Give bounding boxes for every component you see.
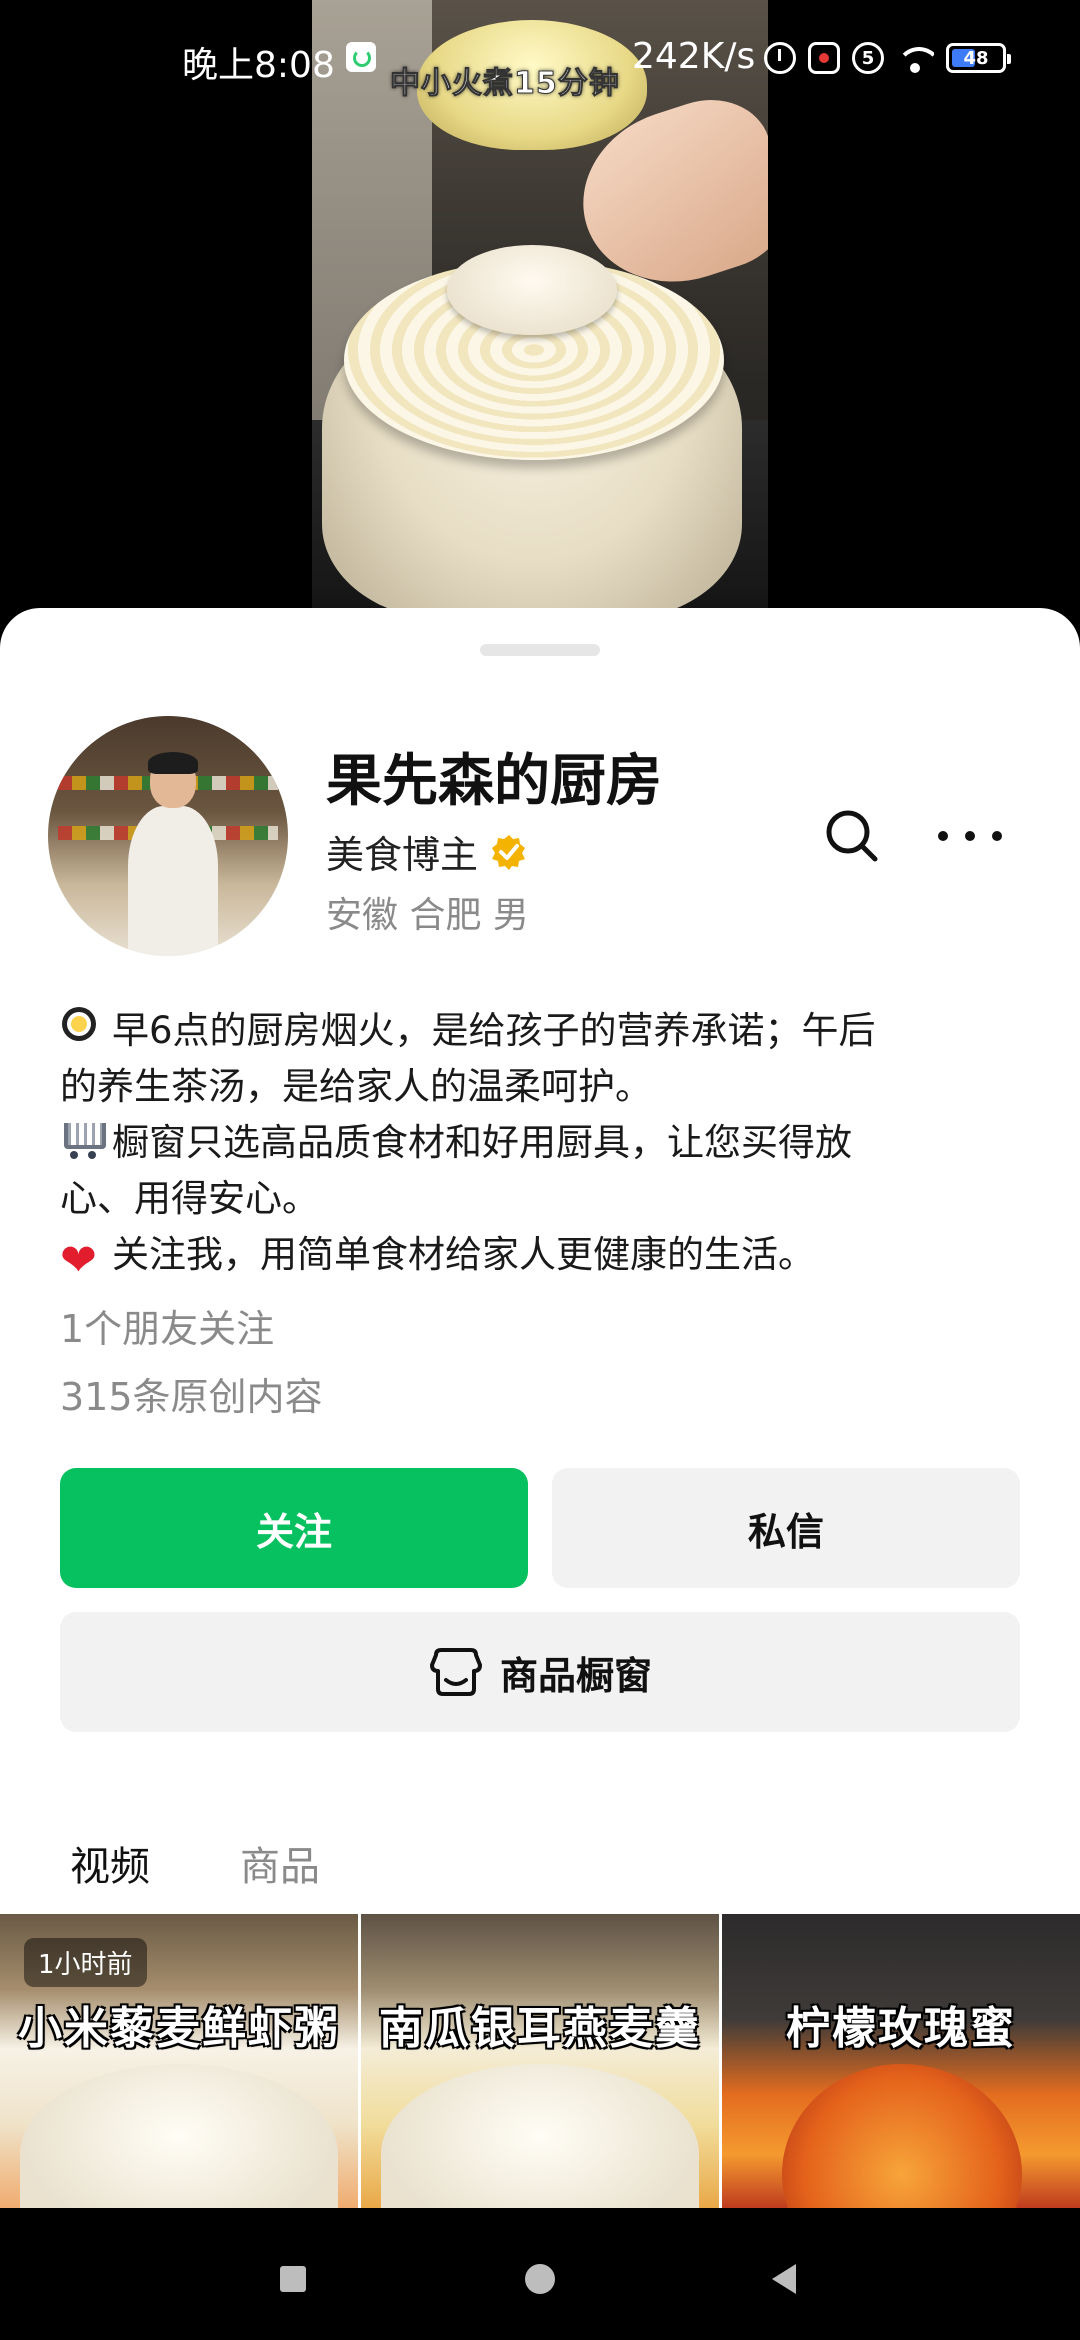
alarm-icon — [764, 42, 796, 74]
battery-level: 48 — [963, 47, 989, 69]
more-dot-icon — [965, 831, 975, 841]
video-thumbnail[interactable]: 南瓜银耳燕麦羹 — [361, 1914, 719, 2214]
wifi-icon — [896, 43, 934, 73]
sheet-drag-handle[interactable] — [480, 644, 600, 656]
bio-line: 橱窗只选高品质食材和好用厨具，让您买得放 — [60, 1115, 1020, 1171]
profile-bio: 早6点的厨房烟火，是给孩子的营养承诺；午后 的养生茶汤，是给家人的温柔呵护。 橱… — [60, 1003, 1020, 1284]
shopping-cart-icon — [60, 1117, 106, 1163]
content-tabs: 视频 商品 — [60, 1834, 330, 1938]
network-speed: 242K/s — [632, 36, 756, 77]
video-pot-knob — [447, 245, 617, 335]
search-icon — [826, 810, 878, 862]
bio-line: ❤ 关注我，用简单食材给家人更健康的生活。 — [60, 1227, 1020, 1284]
bio-text: 关注我，用简单食材给家人更健康的生活。 — [112, 1233, 815, 1276]
notification-muted-icon — [808, 42, 840, 74]
recent-apps-button[interactable] — [280, 2266, 306, 2292]
more-dot-icon — [938, 831, 948, 841]
avatar-person — [128, 752, 218, 956]
message-button[interactable]: 私信 — [552, 1468, 1020, 1588]
shop-window-label: 商品橱窗 — [499, 1653, 652, 1698]
back-button[interactable] — [772, 2264, 796, 2294]
original-content-count: 315条原创内容 — [60, 1375, 323, 1419]
tab-products[interactable]: 商品 — [230, 1834, 330, 1914]
bio-line: 心、用得安心。 — [60, 1177, 319, 1220]
more-dot-icon — [992, 831, 1002, 841]
verified-icon — [490, 833, 528, 871]
profile-sheet: 果先森的厨房 美食博主 安徽 合肥 男 早6点的厨房烟火，是给孩子的营养承诺；午… — [0, 608, 1080, 2214]
video-title: 柠檬玫瑰蜜 — [786, 2003, 1016, 2054]
profile-location: 安徽 合肥 男 — [326, 895, 529, 936]
avatar-torso — [128, 806, 218, 956]
notification-count-icon: 5 — [852, 42, 884, 74]
search-button[interactable] — [820, 804, 884, 868]
thumbnail-bowl — [381, 2064, 699, 2214]
video-title: 小米藜麦鲜虾粥 — [18, 2003, 340, 2054]
frying-pan-icon — [60, 1005, 106, 1051]
battery-icon: 48 — [946, 43, 1011, 73]
home-button[interactable] — [525, 2264, 555, 2294]
tab-videos[interactable]: 视频 — [60, 1834, 160, 1938]
video-thumbnail[interactable]: 柠檬玫瑰蜜 — [722, 1914, 1080, 2214]
system-nav-bar — [0, 2208, 1080, 2340]
thumbnail-lemon — [782, 2064, 1022, 2214]
follow-button[interactable]: 关注 — [60, 1468, 528, 1588]
profile-role: 美食博主 — [326, 824, 528, 879]
profile-name: 果先森的厨房 — [326, 749, 662, 814]
shop-icon — [428, 1647, 484, 1697]
video-time-badge: 1小时前 — [24, 1938, 147, 1987]
status-bar: 晚上8:08 242K/s 5 48 — [0, 0, 1080, 120]
more-options-button[interactable] — [938, 804, 1002, 868]
shop-window-button[interactable]: 商品橱窗 — [60, 1612, 1020, 1732]
status-time: 晚上8:08 — [182, 45, 335, 86]
bio-text: 橱窗只选高品质食材和好用厨具，让您买得放 — [112, 1121, 852, 1164]
status-icons: 5 48 — [764, 40, 1011, 76]
thumbnail-bowl — [20, 2064, 338, 2214]
avatar-hair — [148, 752, 198, 774]
avatar[interactable] — [48, 716, 288, 956]
friends-following[interactable]: 1个朋友关注 — [60, 1298, 274, 1353]
bio-line: 的养生茶汤，是给家人的温柔呵护。 — [60, 1065, 652, 1108]
video-title: 南瓜银耳燕麦羹 — [379, 2003, 701, 2054]
video-thumbnail[interactable]: 1小时前 小米藜麦鲜虾粥 — [0, 1914, 358, 2214]
heart-icon: ❤ — [60, 1235, 97, 1286]
profile-role-label: 美食博主 — [326, 833, 479, 877]
sync-icon — [346, 42, 376, 72]
video-grid: 1小时前 小米藜麦鲜虾粥 南瓜银耳燕麦羹 柠檬玫瑰蜜 — [0, 1914, 1080, 2214]
bio-line: 早6点的厨房烟火，是给孩子的营养承诺；午后 — [60, 1003, 1020, 1059]
bio-text: 早6点的厨房烟火，是给孩子的营养承诺；午后 — [112, 1009, 876, 1052]
